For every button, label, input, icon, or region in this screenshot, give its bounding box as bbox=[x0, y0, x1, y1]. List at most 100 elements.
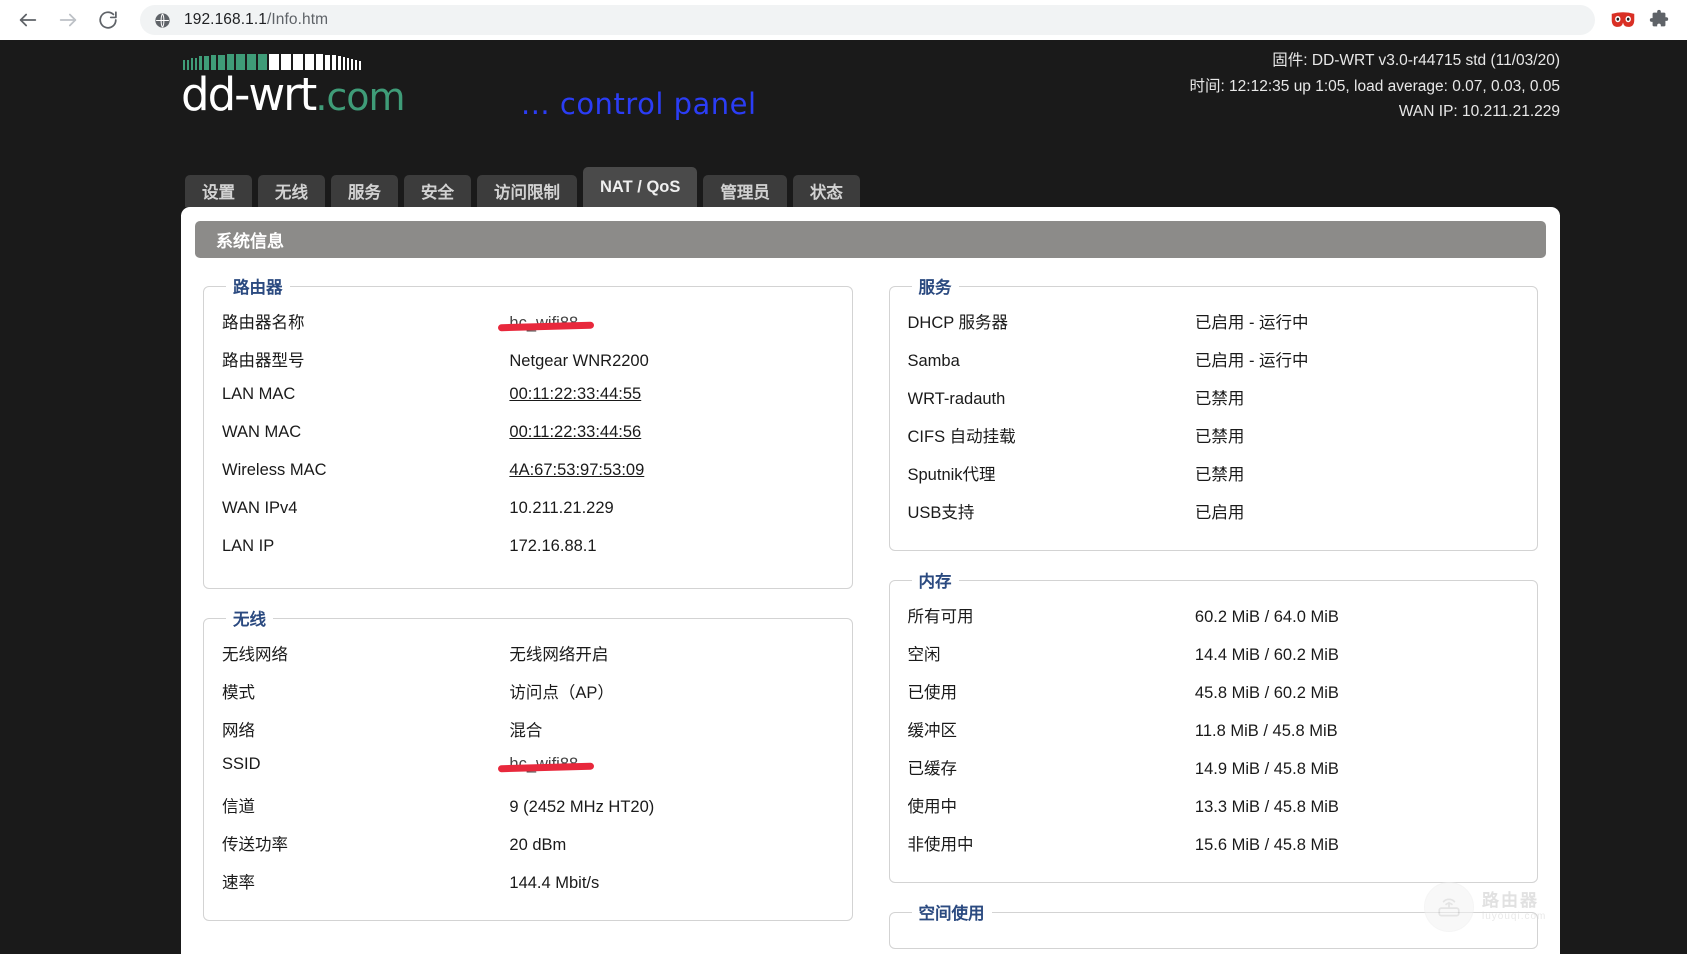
info-row-value: 9 (2452 MHz HT20) bbox=[509, 798, 655, 816]
left-column: 路由器 路由器名称 hc_wifi88 路由器型号 Netgear WNR2200 LA… bbox=[195, 274, 871, 954]
section-storage: 空间使用 bbox=[888, 900, 1538, 949]
info-row-value: 14.9 MiB / 45.8 MiB bbox=[1194, 760, 1339, 778]
info-row-label: 信道 bbox=[222, 798, 255, 816]
firmware-version-line: 固件: DD-WRT v3.0-r44715 std (11/03/20) bbox=[1272, 52, 1560, 69]
info-row-label: LAN MAC bbox=[222, 385, 296, 403]
logo-domain-text: .com bbox=[315, 75, 405, 119]
router-rows: 路由器名称 hc_wifi88 路由器型号 Netgear WNR2200 LAN MA… bbox=[222, 309, 834, 575]
info-row: 模式 访问点（AP） bbox=[222, 679, 834, 717]
tab-7[interactable]: 状态 bbox=[792, 175, 860, 207]
tab-2[interactable]: 服务 bbox=[331, 175, 398, 207]
section-wireless: 无线 无线网络 无线网络开启 模式 访问点（AP） 网络 混合 SSID hc_wifi88 信… bbox=[203, 606, 853, 921]
content-panel: 系统信息 路由器 路由器名称 hc_wifi88 路由器型号 Netgear WNR2… bbox=[181, 207, 1560, 954]
info-row-value: 10.211.21.229 bbox=[509, 499, 614, 517]
info-row: 使用中 13.3 MiB / 45.8 MiB bbox=[908, 793, 1520, 831]
tab-3[interactable]: 安全 bbox=[404, 175, 471, 207]
left-gutter bbox=[0, 40, 181, 954]
info-row-label: Sputnik代理 bbox=[907, 466, 996, 484]
info-row-label: 非使用中 bbox=[907, 836, 974, 854]
arrow-right-icon bbox=[59, 13, 77, 27]
tab-4[interactable]: 访问限制 bbox=[477, 175, 577, 207]
info-row-value[interactable]: 00:11:22:33:44:55 bbox=[509, 385, 833, 404]
browser-actions bbox=[1605, 2, 1687, 38]
info-row-label: CIFS 自动挂载 bbox=[907, 428, 1016, 446]
info-row-value[interactable]: 4A:67:53:97:53:09 bbox=[509, 461, 833, 480]
info-row: 信道 9 (2452 MHz HT20) bbox=[222, 793, 834, 831]
info-row-value: 172.16.88.1 bbox=[509, 537, 597, 555]
info-row-value: hc_wifi88 bbox=[509, 755, 833, 774]
info-row: DHCP 服务器 已启用 - 运行中 bbox=[908, 309, 1520, 347]
info-row-label: 缓冲区 bbox=[907, 722, 958, 740]
browser-toolbar: 192.168.1.1/Info.htm bbox=[0, 0, 1687, 40]
back-button[interactable] bbox=[8, 0, 48, 40]
info-row: 路由器型号 Netgear WNR2200 bbox=[222, 347, 834, 385]
puzzle-extensions-icon bbox=[1649, 9, 1669, 27]
info-row: LAN MAC 00:11:22:33:44:55 bbox=[222, 385, 834, 423]
section-router-legend: 路由器 bbox=[233, 279, 283, 297]
info-row: Samba 已启用 - 运行中 bbox=[908, 347, 1520, 385]
arrow-left-icon bbox=[19, 13, 37, 27]
info-row: LAN IP 172.16.88.1 bbox=[222, 537, 834, 575]
url-path: /Info.htm bbox=[266, 11, 329, 28]
info-row-label: WRT-radauth bbox=[907, 390, 1006, 408]
info-row-value: 混合 bbox=[509, 722, 543, 740]
page-viewport: dd-wrt.com ... control panel 固件: DD-WRT … bbox=[0, 40, 1687, 954]
info-row-label: USB支持 bbox=[907, 504, 975, 522]
extensions-button[interactable] bbox=[1641, 2, 1677, 38]
barcode-graphic bbox=[183, 48, 405, 70]
info-row-value: 45.8 MiB / 60.2 MiB bbox=[1194, 684, 1339, 702]
info-row-value: 已禁用 bbox=[1194, 390, 1245, 408]
redacted-value: hc_wifi88 bbox=[509, 755, 579, 773]
tab-6[interactable]: 管理员 bbox=[703, 175, 787, 207]
info-row-label: 所有可用 bbox=[907, 608, 974, 626]
info-row-value: hc_wifi88 bbox=[509, 314, 833, 333]
mask-extension-button[interactable] bbox=[1605, 2, 1641, 38]
info-row-label: 无线网络 bbox=[222, 646, 288, 664]
address-bar[interactable]: 192.168.1.1/Info.htm bbox=[140, 5, 1595, 35]
info-row-value: Netgear WNR2200 bbox=[509, 352, 649, 370]
page-title: 系统信息 bbox=[195, 221, 1546, 258]
info-row-label: SSID bbox=[222, 755, 261, 773]
info-row-label: WAN IPv4 bbox=[222, 499, 298, 517]
info-row-value[interactable]: 00:11:22:33:44:56 bbox=[509, 423, 833, 442]
info-row: 已缓存 14.9 MiB / 45.8 MiB bbox=[908, 755, 1520, 793]
info-row: 无线网络 无线网络开启 bbox=[222, 641, 834, 679]
info-row-value: 已启用 - 运行中 bbox=[1194, 352, 1309, 370]
info-row: 网络 混合 bbox=[222, 717, 834, 755]
section-storage-legend: 空间使用 bbox=[918, 905, 985, 923]
info-row-label: 路由器型号 bbox=[222, 352, 305, 370]
info-row: 已使用 45.8 MiB / 60.2 MiB bbox=[908, 679, 1520, 717]
logo-wordmark: dd-wrt.com bbox=[181, 71, 406, 121]
info-row: 缓冲区 11.8 MiB / 45.8 MiB bbox=[908, 717, 1520, 755]
info-row-value: 已禁用 bbox=[1194, 428, 1245, 446]
info-row-label: 使用中 bbox=[907, 798, 958, 816]
section-router: 路由器 路由器名称 hc_wifi88 路由器型号 Netgear WNR2200 LA… bbox=[203, 274, 853, 589]
section-wireless-legend: 无线 bbox=[233, 611, 266, 629]
tab-5[interactable]: NAT / QoS bbox=[583, 167, 698, 207]
tab-0[interactable]: 设置 bbox=[185, 175, 252, 207]
wireless-rows: 无线网络 无线网络开启 模式 访问点（AP） 网络 混合 SSID hc_wifi88 信道 9 … bbox=[222, 641, 834, 907]
tab-1[interactable]: 无线 bbox=[258, 175, 325, 207]
header-tagline: ... control panel bbox=[521, 87, 757, 121]
info-row-label: 模式 bbox=[222, 684, 255, 702]
info-row-label: 已缓存 bbox=[907, 760, 958, 778]
firmware-info: 固件: DD-WRT v3.0-r44715 std (11/03/20) 时间… bbox=[1189, 48, 1560, 125]
info-row-value: 已启用 bbox=[1194, 504, 1245, 522]
ddwrt-logo: dd-wrt.com bbox=[181, 48, 406, 121]
info-row: WRT-radauth 已禁用 bbox=[908, 385, 1520, 423]
reload-icon bbox=[99, 11, 117, 29]
info-row-label: 传送功率 bbox=[222, 836, 288, 854]
info-row-value: 20 dBm bbox=[509, 836, 567, 854]
redacted-value: hc_wifi88 bbox=[509, 314, 579, 332]
mask-extension-icon bbox=[1611, 12, 1635, 27]
forward-button[interactable] bbox=[48, 0, 88, 40]
url-host: 192.168.1.1 bbox=[184, 11, 267, 28]
info-row-value: 14.4 MiB / 60.2 MiB bbox=[1194, 646, 1339, 664]
info-row: 速率 144.4 Mbit/s bbox=[222, 869, 834, 907]
memory-rows: 所有可用 60.2 MiB / 64.0 MiB 空闲 14.4 MiB / 60.2… bbox=[908, 603, 1520, 869]
info-row-label: 路由器名称 bbox=[222, 314, 305, 332]
uptime-load-line: 时间: 12:12:35 up 1:05, load average: 0.07… bbox=[1189, 77, 1560, 95]
reload-button[interactable] bbox=[88, 0, 128, 40]
info-row: 所有可用 60.2 MiB / 64.0 MiB bbox=[908, 603, 1520, 641]
info-row-label: 网络 bbox=[222, 722, 255, 740]
